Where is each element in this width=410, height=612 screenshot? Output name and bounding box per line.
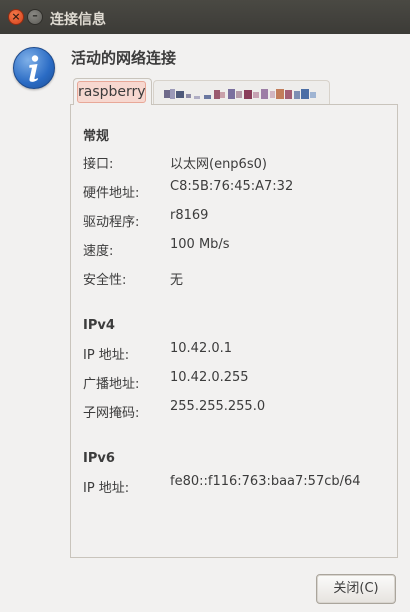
label-broadcast-address: 广播地址: [83,377,140,392]
tab-obscured-connection[interactable] [153,80,330,105]
label-hardware-address: 硬件地址: [83,186,140,201]
window-title: 连接信息 [50,12,106,28]
minimize-icon: – [32,9,38,22]
info-icon [13,47,55,89]
close-icon: × [11,10,21,23]
label-ipv6-address: IP 地址: [83,481,130,496]
value-hardware-address: C8:5B:76:45:A7:32 [170,179,294,194]
connection-info-window: × – 连接信息 活动的网络连接 raspberry 常规 接口: 以太网(en… [0,0,410,612]
label-security: 安全性: [83,273,127,288]
tab-raspberry[interactable]: raspberry [73,78,152,105]
section-title-general: 常规 [83,129,110,144]
value-broadcast-address: 10.42.0.255 [170,370,249,385]
value-driver: r8169 [170,208,209,223]
label-ipv4-address: IP 地址: [83,348,130,363]
page-title: 活动的网络连接 [71,49,177,67]
obscured-tab-label-icon [164,89,316,99]
window-close-button[interactable]: × [8,9,24,25]
tab-label: raspberry [77,81,146,103]
label-speed: 速度: [83,244,114,259]
label-driver: 驱动程序: [83,215,140,230]
value-interface: 以太网(enp6s0) [170,157,267,172]
close-button[interactable]: 关闭(C) [316,574,396,604]
section-title-ipv6: IPv6 [83,451,115,466]
value-ipv4-address: 10.42.0.1 [170,341,233,356]
window-minimize-button[interactable]: – [27,9,43,25]
title-bar[interactable]: × – 连接信息 [0,0,410,34]
label-subnet-mask: 子网掩码: [83,406,140,421]
label-interface: 接口: [83,157,114,172]
value-security: 无 [170,273,184,288]
section-title-ipv4: IPv4 [83,318,115,333]
value-subnet-mask: 255.255.255.0 [170,399,266,414]
value-speed: 100 Mb/s [170,237,230,252]
value-ipv6-address: fe80::f116:763:baa7:57cb/64 [170,474,361,489]
